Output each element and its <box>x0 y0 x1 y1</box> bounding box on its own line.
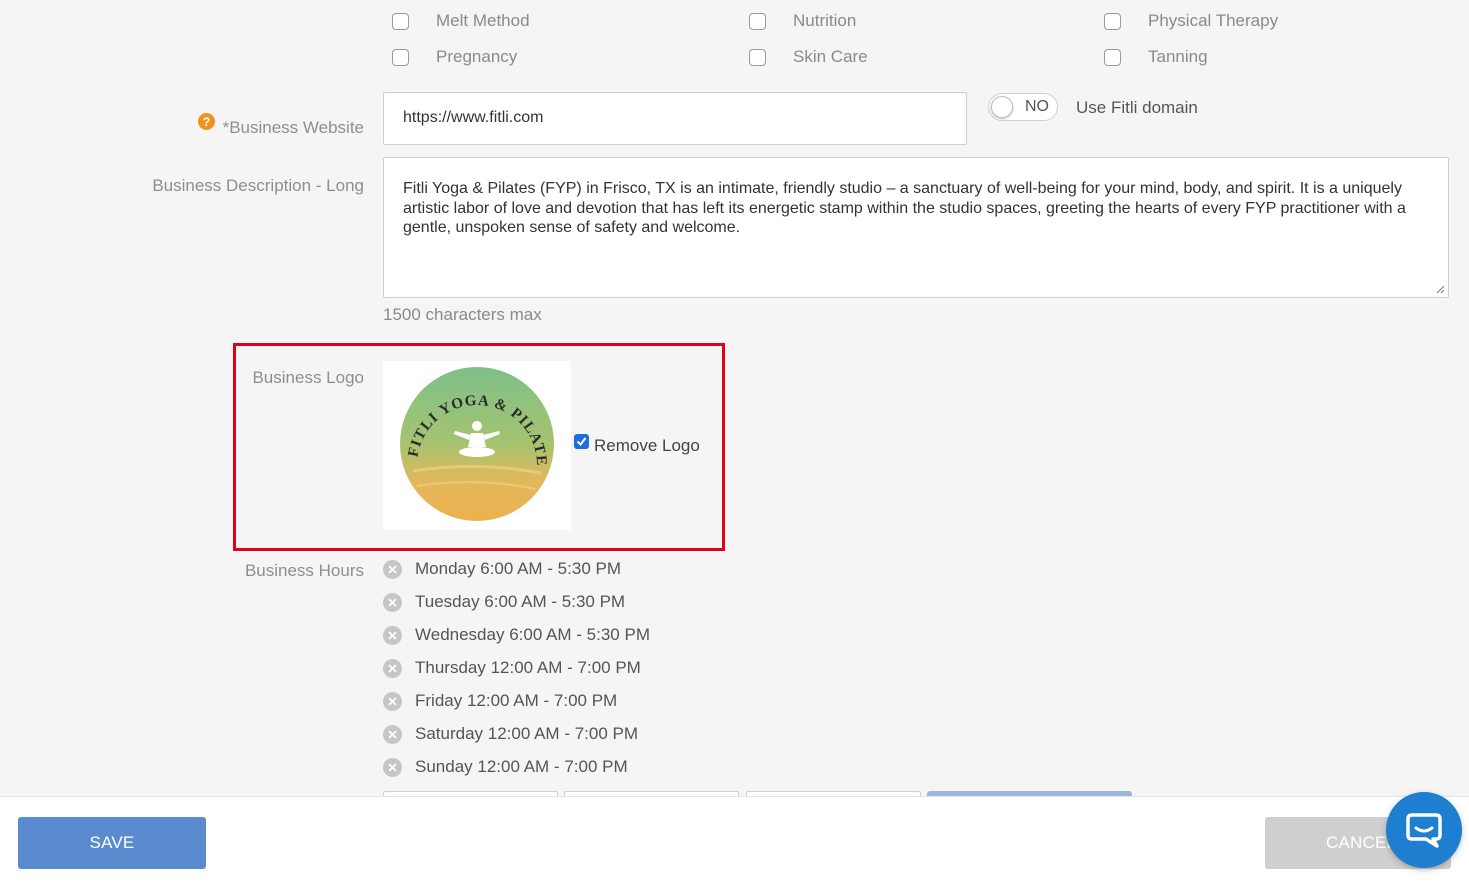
logo-image: FITLI YOGA & PILATES <box>378 349 571 530</box>
toggle-knob <box>991 96 1013 118</box>
chat-widget-button[interactable] <box>1386 792 1462 868</box>
hours-text: Sunday 12:00 AM - 7:00 PM <box>415 757 628 776</box>
checkbox[interactable] <box>1104 48 1121 66</box>
chat-bubble-icon <box>1406 813 1442 848</box>
resize-handle-icon[interactable] <box>1435 284 1445 294</box>
hours-text: Tuesday 6:00 AM - 5:30 PM <box>415 592 626 611</box>
hours-item: Wednesday 6:00 AM - 5:30 PM <box>383 625 650 645</box>
category-label: Nutrition <box>793 11 857 30</box>
category-pregnancy[interactable]: Pregnancy <box>392 47 517 67</box>
hours-item: Saturday 12:00 AM - 7:00 PM <box>383 724 638 744</box>
category-nutrition[interactable]: Nutrition <box>749 11 856 31</box>
category-label: Physical Therapy <box>1148 11 1279 30</box>
hours-item: Thursday 12:00 AM - 7:00 PM <box>383 658 641 678</box>
category-label: Melt Method <box>436 11 530 30</box>
fitli-domain-toggle[interactable]: NO <box>988 93 1058 121</box>
checkbox[interactable] <box>392 12 409 30</box>
checkbox[interactable] <box>1104 12 1121 30</box>
hours-label: Business Hours <box>244 561 364 580</box>
remove-hours-icon[interactable] <box>383 559 402 579</box>
website-label: *Business Website <box>222 118 364 137</box>
checkbox[interactable] <box>392 48 409 66</box>
hours-item: Sunday 12:00 AM - 7:00 PM <box>383 757 628 777</box>
logo-graphic: FITLI YOGA & PILATES <box>378 349 554 521</box>
toggle-label: Use Fitli domain <box>1076 98 1198 117</box>
hours-text: Saturday 12:00 AM - 7:00 PM <box>415 724 639 743</box>
hours-text: Wednesday 6:00 AM - 5:30 PM <box>415 625 650 644</box>
hours-text: Monday 6:00 AM - 5:30 PM <box>415 559 621 578</box>
hours-item: Friday 12:00 AM - 7:00 PM <box>383 691 617 711</box>
website-input[interactable]: https://www.fitli.com <box>383 92 967 145</box>
website-value: https://www.fitli.com <box>403 109 544 126</box>
remove-hours-icon[interactable] <box>383 592 402 612</box>
hours-text: Thursday 12:00 AM - 7:00 PM <box>415 658 641 677</box>
hours-item: Tuesday 6:00 AM - 5:30 PM <box>383 592 625 612</box>
logo-label: Business Logo <box>252 368 364 387</box>
hours-item: Monday 6:00 AM - 5:30 PM <box>383 559 621 579</box>
remove-hours-icon[interactable] <box>383 757 402 777</box>
category-label: Skin Care <box>793 47 868 66</box>
category-skin-care[interactable]: Skin Care <box>749 47 868 67</box>
remove-hours-icon[interactable] <box>383 625 402 645</box>
remove-logo-checkbox[interactable] <box>574 434 589 449</box>
description-textarea[interactable]: Fitli Yoga & Pilates (FYP) in Frisco, TX… <box>383 157 1449 298</box>
footer-bar: SAVE CANCEL <box>0 796 1469 884</box>
save-button[interactable]: SAVE <box>18 817 206 869</box>
check-icon <box>576 437 587 447</box>
toggle-state: NO <box>1025 98 1049 115</box>
remove-logo-label: Remove Logo <box>594 436 700 455</box>
description-value: Fitli Yoga & Pilates (FYP) in Frisco, TX… <box>403 180 1406 236</box>
category-melt-method[interactable]: Melt Method <box>392 11 530 31</box>
remove-hours-icon[interactable] <box>383 724 402 744</box>
category-tanning[interactable]: Tanning <box>1104 47 1208 67</box>
hours-text: Friday 12:00 AM - 7:00 PM <box>415 691 618 710</box>
category-physical-therapy[interactable]: Physical Therapy <box>1104 11 1278 31</box>
checkbox[interactable] <box>749 48 766 66</box>
category-label: Tanning <box>1148 47 1208 66</box>
remove-hours-icon[interactable] <box>383 658 402 678</box>
remove-hours-icon[interactable] <box>383 691 402 711</box>
checkbox[interactable] <box>749 12 766 30</box>
category-label: Pregnancy <box>436 47 518 66</box>
description-hint: 1500 characters max <box>383 305 542 324</box>
description-label: Business Description - Long <box>152 176 364 195</box>
